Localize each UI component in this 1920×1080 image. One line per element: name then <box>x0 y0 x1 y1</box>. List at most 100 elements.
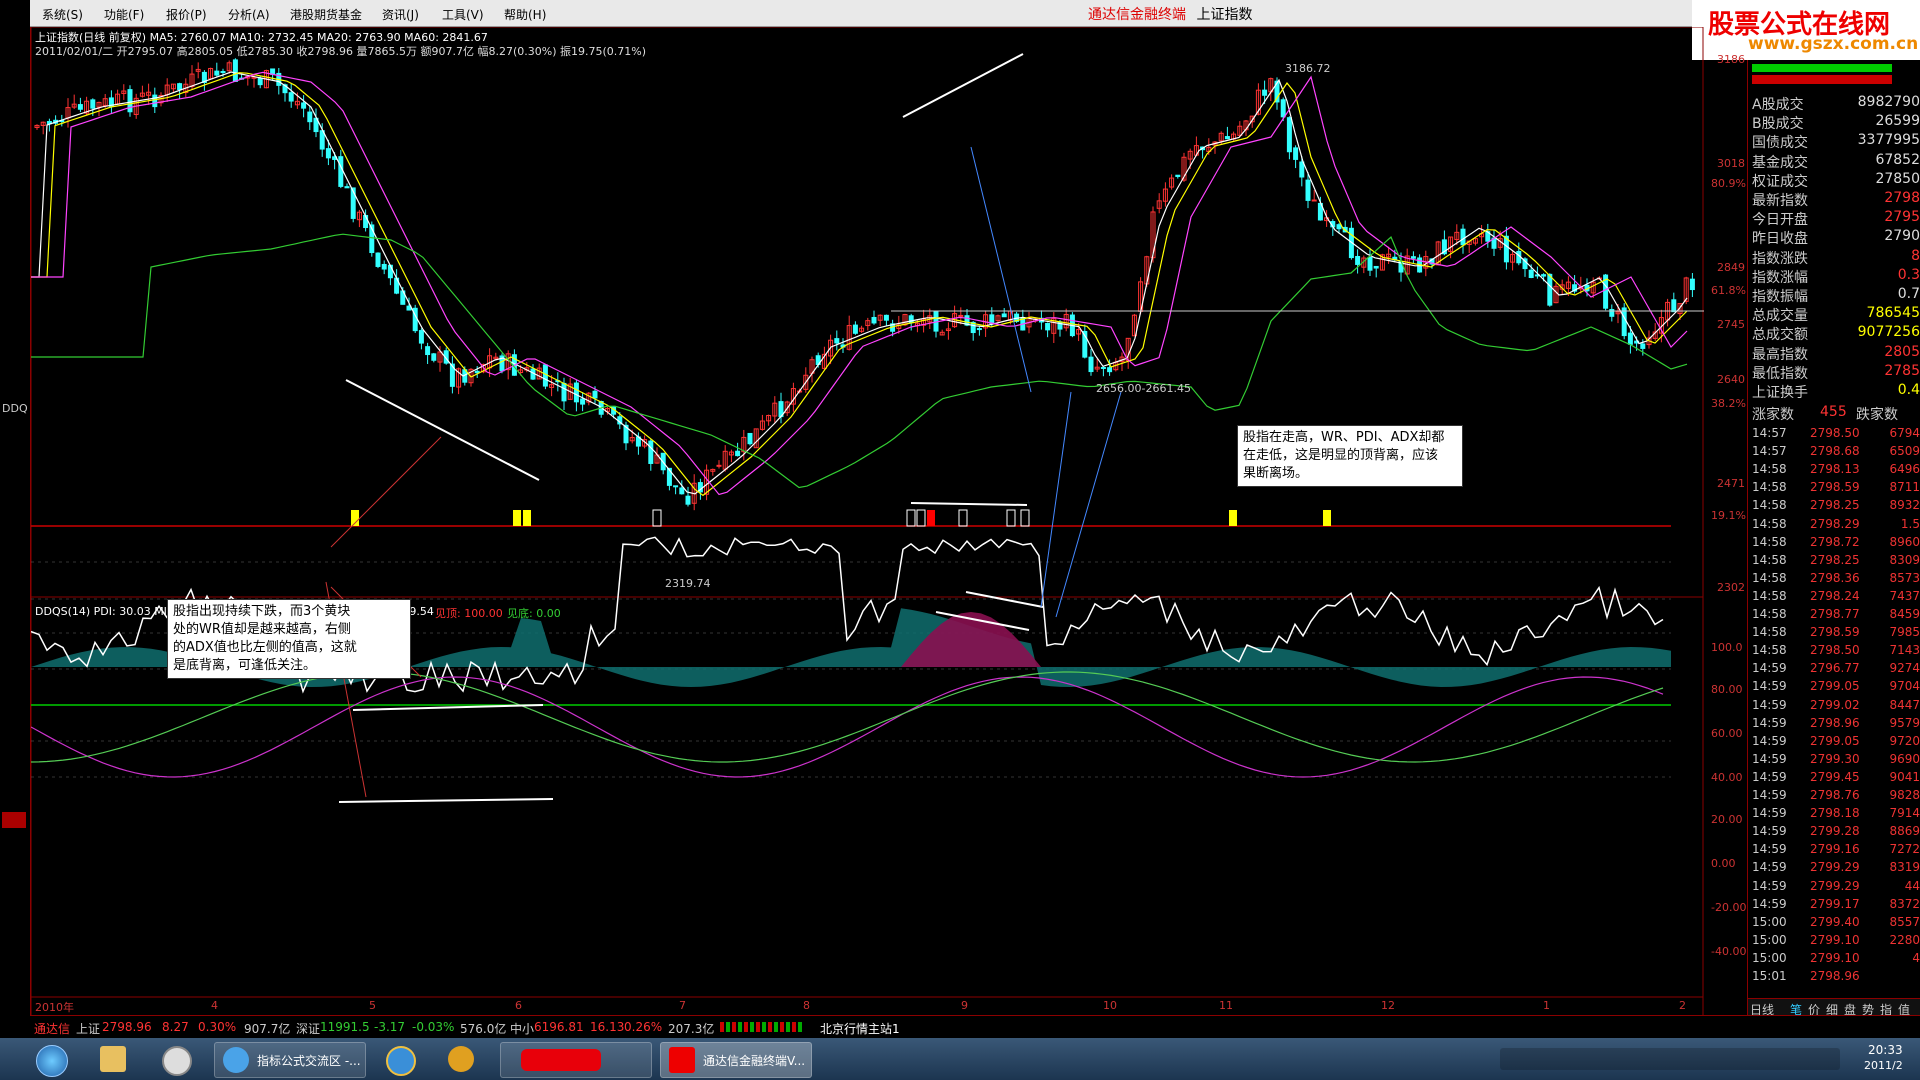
stat-row: 指数振幅 0.7 <box>1752 286 1920 305</box>
candle-body <box>220 71 226 74</box>
stat-label: 权证成交 <box>1752 173 1808 190</box>
candle-body <box>1640 343 1646 349</box>
tick-price: 2798.29 <box>1810 516 1860 531</box>
tick-price: 2798.76 <box>1810 788 1860 802</box>
tick-time: 14:58 <box>1752 462 1787 477</box>
tick-price: 2799.05 <box>1810 733 1860 748</box>
tray-clock[interactable]: 20:33 <box>1868 1043 1903 1057</box>
menu-system[interactable]: 系统(S) <box>42 6 83 23</box>
note-line: 是底背离，可逢低关注。 <box>173 658 317 673</box>
pointer-line <box>1040 391 1072 608</box>
date-axis-label: 2 <box>1679 999 1686 1012</box>
watermark-url: www.gszx.com.cn <box>1748 34 1919 54</box>
tick-time: 14:58 <box>1752 534 1787 549</box>
menu-function[interactable]: 功能(F) <box>104 6 144 23</box>
candle-body <box>214 70 220 76</box>
stat-label: 总成交额 <box>1752 327 1808 344</box>
taskbar-redacted-button[interactable] <box>500 1042 652 1078</box>
candle-body <box>1293 147 1299 160</box>
candle-body <box>1367 256 1373 271</box>
taskbar-browser-button[interactable]: 指标公式交流区 -... <box>214 1042 366 1078</box>
candle-body <box>232 59 238 82</box>
tick-price: 2798.50 <box>1810 643 1860 658</box>
tick-time: 15:00 <box>1752 914 1787 929</box>
tick-volume: 9579 <box>1889 715 1920 730</box>
kline-chart[interactable]: 上证指数(日线 前复权) MA5: 2760.07 MA10: 2732.45 … <box>31 27 1746 1017</box>
stat-row: 总成交量 786545 <box>1752 305 1920 324</box>
tick-row: 14:59 2798.76 9828 <box>1752 788 1920 806</box>
left-strip-label: DDQ <box>2 402 28 415</box>
tick-volume: 9704 <box>1889 679 1920 694</box>
divergence-line <box>965 591 1044 608</box>
folder-icon[interactable] <box>100 1046 126 1072</box>
tick-row: 15:00 2799.40 8557 <box>1752 915 1920 933</box>
candle-body <box>90 99 96 109</box>
indicator-axis-label: 40.00 <box>1711 771 1743 784</box>
divergence-line <box>338 798 554 803</box>
tick-price: 2799.29 <box>1810 878 1860 893</box>
start-button-icon[interactable] <box>36 1045 68 1077</box>
candle-body <box>976 328 982 331</box>
ie-icon[interactable] <box>386 1046 416 1076</box>
tick-price: 2798.96 <box>1810 969 1860 983</box>
indicator-axis-label: -20.00 <box>1711 901 1747 914</box>
market-stats-panel: A股成交 8982790 B股成交 26599 国债成交 3377995 基金成交 67852… <box>1747 60 1920 1020</box>
advance-decline-row: 涨家数 455 跌家数 <box>1752 404 1920 423</box>
media-player-icon[interactable] <box>162 1046 192 1076</box>
menu-help[interactable]: 帮助(H) <box>504 6 546 23</box>
stat-value: 0.3 <box>1897 266 1920 283</box>
candle-body <box>1528 269 1534 278</box>
candle-body <box>177 83 183 91</box>
stat-row: 国债成交 3377995 <box>1752 132 1920 151</box>
redaction-block <box>521 1049 601 1071</box>
note-line: 在走低，这是明显的顶背离，应该 <box>1243 448 1439 463</box>
tick-row: 14:59 2799.02 8447 <box>1752 698 1920 716</box>
tick-time: 14:59 <box>1752 842 1787 857</box>
tick-row: 14:59 2799.29 8319 <box>1752 860 1920 878</box>
candle-body <box>1373 265 1379 269</box>
tick-row: 14:59 2799.30 9690 <box>1752 752 1920 770</box>
date-axis-label: 11 <box>1219 999 1233 1012</box>
candle-body <box>1621 307 1627 337</box>
candle-body <box>344 186 350 189</box>
menu-tools[interactable]: 工具(V) <box>442 6 484 23</box>
app-title-text: 通达信金融终端 <box>1088 7 1186 23</box>
date-axis-label: 8 <box>803 999 810 1012</box>
candle-body <box>1262 89 1268 96</box>
menu-info[interactable]: 资讯(J) <box>382 6 419 23</box>
stat-value: 0.7 <box>1897 286 1920 302</box>
tick-volume: 7985 <box>1889 625 1920 640</box>
tick-row: 14:58 2798.25 8932 <box>1752 498 1920 516</box>
tick-time: 14:59 <box>1752 661 1787 676</box>
candle-body <box>883 314 889 321</box>
menu-analysis[interactable]: 分析(A) <box>228 6 270 23</box>
candle-body <box>1100 366 1106 369</box>
tick-row: 15:00 2799.10 2280 <box>1752 933 1920 951</box>
price-axis-label: 3018 <box>1717 157 1745 170</box>
candle-body <box>592 390 598 399</box>
taskbar-tdx-button[interactable]: 通达信金融终端V... <box>660 1042 812 1078</box>
tick-row: 14:58 2798.50 7143 <box>1752 643 1920 661</box>
status-zx-change: 16.13 <box>590 1020 625 1034</box>
status-sz-change: -3.17 <box>374 1020 406 1034</box>
decline-label: 跌家数 <box>1856 407 1898 423</box>
divergence-line <box>910 502 1028 506</box>
messenger-icon[interactable] <box>448 1046 474 1072</box>
tick-price: 2799.40 <box>1810 914 1860 929</box>
tick-price: 2799.30 <box>1810 751 1860 766</box>
tick-row: 14:58 2798.24 7437 <box>1752 589 1920 607</box>
tick-time: 14:58 <box>1752 570 1787 585</box>
menu-hk-futures[interactable]: 港股期货基金 <box>290 6 362 23</box>
status-sz-value: 11991.5 <box>320 1020 370 1034</box>
tick-row: 14:59 2799.29 44 <box>1752 879 1920 897</box>
candle-body <box>418 330 424 344</box>
candle-body <box>307 111 313 123</box>
instrument-title: 上证指数 <box>1196 7 1253 23</box>
price-axis-label: 2745 <box>1717 318 1745 331</box>
price-pct-label: 61.8% <box>1711 284 1746 297</box>
candle-body <box>735 450 741 457</box>
stat-value: 8 <box>1911 247 1920 264</box>
menu-quote[interactable]: 报价(P) <box>166 6 207 23</box>
tick-row: 14:59 2796.77 9274 <box>1752 661 1920 679</box>
candle-body <box>747 432 753 445</box>
